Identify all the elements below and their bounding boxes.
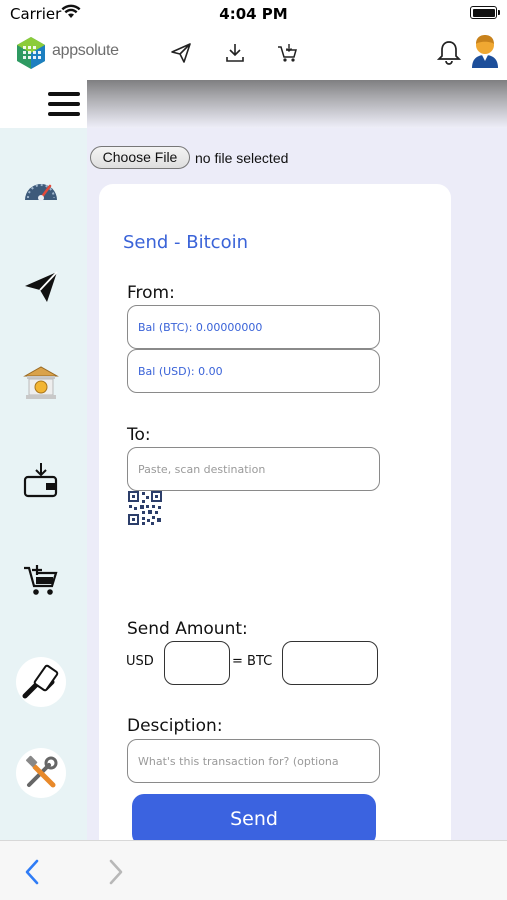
form-title: Send - Bitcoin bbox=[123, 232, 248, 253]
from-label: From: bbox=[127, 283, 175, 303]
card-payment-icon bbox=[22, 664, 59, 699]
cart-add-icon bbox=[24, 565, 58, 595]
back-arrow-icon[interactable] bbox=[24, 859, 40, 885]
destination-input[interactable]: Paste, scan destination bbox=[127, 447, 380, 491]
status-bar: Carrier 4:04 PM bbox=[0, 0, 507, 28]
sidebar-item-receive[interactable] bbox=[16, 455, 66, 505]
usd-balance-field[interactable]: Bal (USD): 0.00 bbox=[127, 349, 380, 393]
sidebar-item-buy[interactable] bbox=[16, 554, 66, 604]
to-label: To: bbox=[127, 425, 151, 445]
status-time: 4:04 PM bbox=[219, 5, 288, 23]
description-label: Desciption: bbox=[127, 716, 223, 736]
btc-balance-field[interactable]: Bal (BTC): 0.00000000 bbox=[127, 305, 380, 349]
sidebar-item-pay[interactable] bbox=[16, 657, 66, 707]
description-input[interactable]: What's this transaction for? (optiona bbox=[127, 739, 380, 783]
btc-amount-input[interactable] bbox=[282, 641, 378, 685]
file-status: no file selected bbox=[195, 149, 289, 166]
sidebar bbox=[0, 80, 87, 840]
wallet-download-icon bbox=[23, 463, 58, 498]
bell-icon[interactable] bbox=[437, 39, 461, 65]
send-button[interactable]: Send bbox=[132, 794, 376, 846]
btc-label: = BTC bbox=[232, 654, 273, 669]
paper-plane-icon bbox=[25, 271, 58, 302]
app-screen: Carrier 4:04 PM appsolute Choose File no… bbox=[0, 0, 507, 900]
forward-arrow-icon[interactable] bbox=[108, 859, 124, 885]
sidebar-item-send[interactable] bbox=[16, 262, 66, 312]
browser-toolbar bbox=[0, 840, 507, 900]
sidebar-header bbox=[0, 80, 87, 128]
usd-label: USD bbox=[126, 654, 154, 669]
cart-download-icon[interactable] bbox=[277, 42, 299, 64]
send-form-card: Send - Bitcoin From: Bal (BTC): 0.000000… bbox=[99, 184, 451, 864]
main-content: Choose File no file selected Send - Bitc… bbox=[87, 128, 507, 864]
sidebar-item-dashboard[interactable] bbox=[16, 164, 66, 214]
tools-icon bbox=[26, 755, 58, 788]
bank-icon bbox=[23, 366, 59, 399]
choose-file-button[interactable]: Choose File bbox=[90, 146, 190, 169]
avatar[interactable] bbox=[471, 34, 499, 68]
app-header: appsolute bbox=[0, 28, 507, 80]
battery-icon bbox=[470, 6, 500, 19]
qr-code-icon[interactable] bbox=[128, 491, 162, 525]
file-input: Choose File no file selected bbox=[90, 146, 288, 169]
speedometer-icon bbox=[25, 184, 57, 201]
menu-icon[interactable] bbox=[48, 92, 80, 116]
send-amount-label: Send Amount: bbox=[127, 619, 248, 639]
appsolute-logo-icon bbox=[17, 37, 45, 69]
header-shadow bbox=[87, 80, 507, 128]
send-icon[interactable] bbox=[170, 42, 192, 64]
usd-amount-input[interactable] bbox=[164, 641, 230, 685]
brand-name: appsolute bbox=[52, 42, 119, 59]
download-icon[interactable] bbox=[224, 42, 246, 64]
sidebar-item-settings[interactable] bbox=[16, 748, 66, 798]
sidebar-item-bank[interactable] bbox=[16, 358, 66, 408]
